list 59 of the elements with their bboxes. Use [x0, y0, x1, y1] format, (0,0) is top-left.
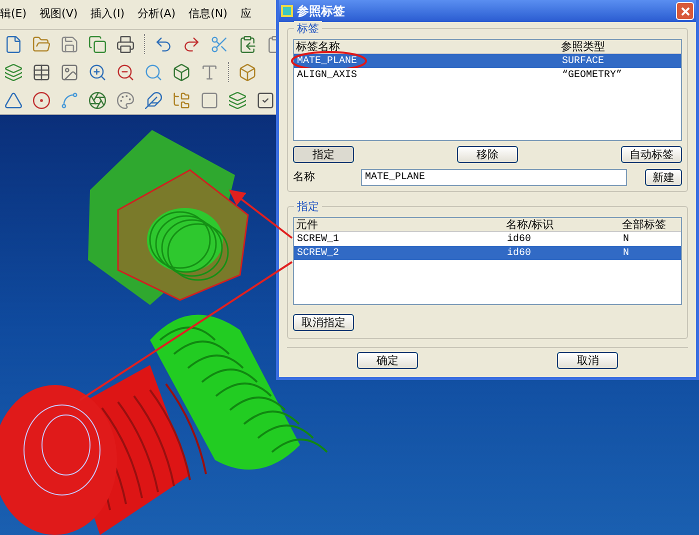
checkbox-icon[interactable] [256, 90, 275, 110]
table-cell-text: id60 [506, 232, 532, 246]
table-cell-text: id60 [506, 246, 532, 260]
table-cell-text: SCREW_1 [296, 232, 340, 246]
curve-icon[interactable] [60, 90, 79, 110]
dialog-button[interactable]: 确定 [356, 352, 418, 369]
column-header[interactable]: 标签名称 [294, 40, 559, 53]
dialog-button[interactable]: 指定 [293, 146, 354, 163]
circle-icon[interactable] [32, 90, 51, 110]
zoom-fit-icon[interactable] [144, 62, 163, 82]
column-header[interactable]: 元件 [294, 218, 504, 231]
column-header[interactable]: 参照类型 [559, 40, 681, 53]
menu-item[interactable]: 辑(E) [0, 6, 27, 23]
name-field[interactable]: MATE_PLANE [361, 169, 627, 186]
dialog-button[interactable]: 新建 [645, 169, 682, 186]
text-icon[interactable] [200, 62, 219, 82]
table-icon[interactable] [32, 62, 51, 82]
redo-icon[interactable] [182, 34, 201, 54]
close-icon [680, 6, 690, 16]
close-button[interactable] [676, 2, 694, 20]
column-header[interactable]: 全部标签 [620, 218, 681, 231]
column-header[interactable]: 名称/标识 [504, 218, 620, 231]
menu-item[interactable]: 视图(V) [40, 6, 78, 23]
zoom-out-icon[interactable] [116, 62, 135, 82]
new-file-icon[interactable] [4, 34, 23, 54]
table-cell-text: N [622, 232, 630, 246]
save-icon[interactable] [60, 34, 79, 54]
menu-item[interactable]: 应 [240, 6, 252, 23]
folder-icon[interactable] [32, 34, 51, 54]
cut-icon[interactable] [210, 34, 229, 54]
dialog-button[interactable]: 取消 [557, 352, 618, 369]
component-row[interactable]: SCREW_2 id60 N [294, 246, 681, 260]
dialog-button[interactable]: 移除 [457, 146, 518, 163]
layers-icon[interactable] [4, 62, 23, 82]
table-cell-text: SCREW_2 [296, 246, 340, 260]
image-icon[interactable] [60, 62, 79, 82]
table-cell-text: N [622, 246, 630, 260]
field-label: 名称 [293, 169, 316, 186]
feather-icon[interactable] [144, 90, 163, 110]
tag-row[interactable]: MATE_PLANE SURFACE [294, 54, 681, 68]
zoom-in-icon[interactable] [88, 62, 107, 82]
undo-icon[interactable] [154, 34, 173, 54]
table-cell-text: MATE_PLANE [296, 54, 358, 68]
arrow-line [228, 190, 293, 239]
table-cell-text: “GEOMETRY” [561, 68, 624, 82]
dialog-button[interactable]: 自动标签 [621, 146, 682, 163]
menu-item[interactable]: 信息(N) [188, 6, 228, 23]
menu-item[interactable]: 插入(I) [90, 6, 124, 23]
folders-icon[interactable] [172, 90, 191, 110]
table-cell-text: SURFACE [561, 54, 606, 68]
print-icon[interactable] [116, 34, 135, 54]
layers-icon[interactable] [228, 90, 247, 110]
triangle-icon[interactable] [4, 90, 23, 110]
table-cell-text: ALIGN_AXIS [296, 68, 358, 82]
dialog-button[interactable]: 取消指定 [293, 314, 354, 331]
window-title: 参照标签 [297, 3, 346, 20]
window-icon [281, 5, 293, 17]
menu-item[interactable]: 分析(A) [137, 6, 176, 23]
cube-icon[interactable] [172, 62, 191, 82]
